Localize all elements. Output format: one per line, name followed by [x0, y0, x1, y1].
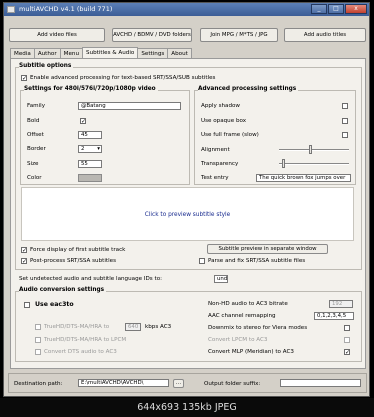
subtitle-preview-area[interactable]: Click to preview subtitle style — [21, 187, 354, 241]
lpcm-ac3-label: Convert LPCM to AC3 — [208, 337, 268, 343]
kbps-field[interactable]: 640 — [125, 323, 141, 331]
destination-path-field[interactable]: E:\multiAVCHD\AVCHD\ — [78, 379, 169, 387]
family-field[interactable]: @Batang — [78, 102, 181, 110]
apply-shadow-checkbox[interactable] — [342, 103, 348, 109]
apply-shadow-label: Apply shadow — [201, 103, 241, 109]
subtitles-audio-panel: Subtitle options ✓ Enable advanced proce… — [10, 58, 366, 369]
downmix-checkbox[interactable] — [344, 325, 350, 331]
force-display-checkbox[interactable]: ✓ — [21, 247, 27, 254]
destination-path-label: Destination path: — [14, 381, 63, 387]
enable-advanced-label: Enable advanced processing for text-base… — [30, 75, 216, 81]
tab-bar: Media Author Menu Subtitles & Audio Sett… — [10, 47, 192, 58]
kbps-label: kbps AC3 — [145, 324, 172, 330]
output-suffix-field[interactable] — [280, 379, 361, 387]
truehd-ac3-label: TrueHD/DTS-MA/HRA to — [44, 324, 110, 330]
aac-remap-field[interactable]: 0,1,2,3,4,5 — [314, 312, 354, 320]
use-eac3to-label: Use eac3to — [35, 301, 74, 308]
use-eac3to-checkbox[interactable] — [24, 302, 30, 308]
avchd-folders-button[interactable]: AVCHD / BDMV / DVD folders — [112, 28, 192, 42]
advanced-settings-label: Advanced processing settings — [198, 86, 299, 92]
test-entry-label: Test entry — [201, 175, 229, 181]
tab-subtitles-audio[interactable]: Subtitles & Audio — [82, 47, 139, 58]
enable-advanced-checkbox[interactable]: ✓ — [21, 75, 27, 82]
app-icon — [7, 6, 15, 13]
alignment-label: Alignment — [201, 147, 230, 153]
size-field[interactable]: 55 — [78, 160, 102, 168]
border-label: Border — [27, 146, 46, 152]
bold-checkbox[interactable]: ✓ — [80, 118, 86, 125]
add-video-files-button[interactable]: Add video files — [9, 28, 105, 42]
family-label: Family — [27, 103, 45, 109]
alignment-slider-thumb[interactable] — [309, 145, 312, 154]
browse-button[interactable]: ... — [173, 379, 184, 388]
size-label: Size — [27, 161, 39, 167]
truehd-ac3-checkbox[interactable] — [35, 324, 41, 330]
minimize-button[interactable]: _ — [311, 4, 327, 14]
border-select[interactable]: 2 ▾ — [78, 145, 102, 153]
tab-settings[interactable]: Settings — [137, 48, 169, 58]
convert-dts-label: Convert DTS audio to AC3 — [44, 349, 117, 355]
tab-author[interactable]: Author — [33, 48, 61, 58]
full-frame-checkbox[interactable] — [342, 132, 348, 138]
opaque-box-checkbox[interactable] — [342, 118, 348, 124]
language-ids-field[interactable]: und — [214, 275, 228, 283]
output-suffix-label: Output folder suffix: — [204, 381, 261, 387]
transparency-label: Transparency — [201, 161, 239, 167]
preview-text: Click to preview subtitle style — [144, 212, 231, 218]
audio-settings-label: Audio conversion settings — [19, 287, 107, 293]
mlp-ac3-label: Convert MLP (Meridian) to AC3 — [208, 349, 294, 355]
nonhd-bitrate-label: Non-HD audio to AC3 bitrate — [208, 301, 288, 307]
postprocess-checkbox[interactable]: ✓ — [21, 258, 27, 265]
alignment-slider[interactable] — [279, 145, 349, 154]
bold-label: Bold — [27, 118, 40, 124]
postprocess-label: Post-process SRT/SSA subtitles — [30, 258, 116, 264]
maximize-button[interactable]: □ — [328, 4, 344, 14]
tab-menu[interactable]: Menu — [59, 48, 84, 58]
full-frame-label: Use full frame (slow) — [201, 132, 259, 138]
title-bar[interactable]: multiAVCHD v4.1 (build 771) _ □ x — [4, 3, 369, 16]
language-ids-label: Set undetected audio and subtitle langua… — [19, 276, 162, 282]
offset-label: Offset — [27, 132, 44, 138]
aac-remap-label: AAC channel remapping — [208, 313, 276, 319]
window-title: multiAVCHD v4.1 (build 771) — [19, 5, 113, 13]
border-value: 2 — [81, 146, 85, 152]
add-audio-titles-button[interactable]: Add audio titles — [284, 28, 366, 42]
parse-fix-checkbox[interactable] — [199, 258, 205, 264]
parse-fix-label: Parse and fix SRT/SSA subtitle files — [208, 258, 306, 264]
convert-dts-checkbox[interactable] — [35, 349, 41, 355]
nonhd-bitrate-field[interactable]: 192 — [329, 300, 353, 308]
chevron-down-icon: ▾ — [97, 146, 100, 152]
subtitle-preview-window-button[interactable]: Subtitle preview in separate window — [207, 244, 328, 254]
subtitle-options-label: Subtitle options — [19, 63, 74, 69]
join-mpg-button[interactable]: Join MPG / M*TS / JPG — [200, 28, 278, 42]
transparency-slider[interactable] — [279, 159, 349, 168]
truehd-lpcm-checkbox[interactable] — [35, 337, 41, 343]
transparency-slider-thumb[interactable] — [282, 159, 285, 168]
truehd-lpcm-label: TrueHD/DTS-MA/HRA to LPCM — [44, 337, 127, 343]
main-window: multiAVCHD v4.1 (build 771) _ □ x Add vi… — [3, 2, 370, 397]
force-display-label: Force display of first subtitle track — [30, 247, 126, 253]
downmix-label: Downmix to stereo for Viera modes — [208, 325, 308, 331]
video-settings-label: Settings for 480i/576i/720p/1080p video — [24, 86, 158, 92]
mlp-ac3-checkbox[interactable]: ✓ — [344, 349, 350, 356]
opaque-box-label: Use opaque box — [201, 118, 247, 124]
tab-media[interactable]: Media — [10, 48, 35, 58]
test-entry-field[interactable]: The quick brown fox jumps over — [256, 174, 351, 182]
color-label: Color — [27, 175, 42, 181]
color-swatch[interactable] — [78, 174, 102, 182]
offset-field[interactable]: 45 — [78, 131, 102, 139]
lpcm-ac3-checkbox[interactable] — [344, 337, 350, 343]
close-button[interactable]: x — [345, 4, 367, 14]
image-viewer-status: 644x693 135kb JPEG — [0, 398, 374, 417]
tab-about[interactable]: About — [167, 48, 192, 58]
